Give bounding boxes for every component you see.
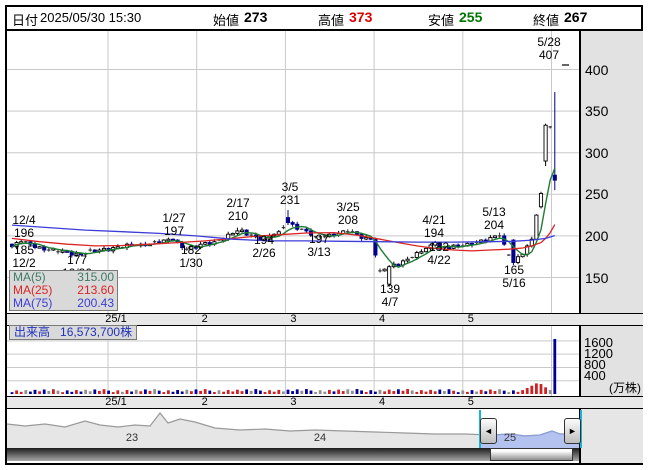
chart-annotation: 194 2/26 — [252, 233, 276, 260]
chart-annotation: 1/27 197 — [162, 211, 186, 238]
price-tick-label: 350 — [585, 103, 609, 120]
chart-annotation: 139 4/7 — [379, 282, 401, 309]
volume-name: 出来高 — [14, 325, 51, 339]
volume-unit-label: (万株) — [609, 381, 641, 395]
date-label: 日付 — [12, 13, 39, 28]
chart-annotation: 4/21 194 — [422, 213, 446, 240]
chart-annotation: 182 4/22 — [427, 240, 451, 267]
navigator-gutter — [579, 409, 643, 463]
range-right-handle[interactable]: ► — [564, 418, 581, 444]
open-label: 始値 — [213, 13, 240, 28]
range-left-handle[interactable]: ◄ — [480, 418, 497, 444]
price-tick-label: 250 — [585, 186, 609, 203]
ma75-legend-row: MA(75) 200.43 — [13, 296, 114, 310]
price-tick-label: 400 — [585, 61, 609, 78]
quote-header: 日付 2025/05/30 15:30 始値 273 高値 373 安値 255… — [7, 7, 641, 31]
month-tick-label: 3 — [290, 396, 297, 408]
month-tick-label: 2 — [201, 313, 208, 325]
chart-annotation: 165 5/16 — [502, 263, 526, 290]
month-tick-label: 5 — [467, 313, 474, 325]
price-axis-gutter: 400 350 300 250 200 150 — [579, 31, 643, 313]
month-tick-label: 5 — [467, 396, 474, 408]
month-tick-label: 25/1 — [105, 396, 127, 408]
chart-annotation: 5/28 407 — [537, 35, 561, 62]
volume-axis-gutter: 1600 1200 800 400 (万株) — [579, 326, 643, 396]
low-value: 255 — [459, 9, 483, 25]
month-axis-bottom: 25/1 2 3 4 5 — [7, 396, 643, 409]
high-value: 373 — [349, 9, 373, 25]
scrollbar-thumb[interactable] — [490, 448, 573, 461]
price-tick-label: 150 — [585, 269, 609, 286]
month-tick-label: 25/1 — [105, 313, 127, 325]
close-label: 終値 — [533, 13, 560, 28]
close-value: 267 — [564, 9, 588, 25]
chart-annotation: 3/5 231 — [279, 180, 301, 207]
volume-tick-label: 400 — [584, 368, 606, 383]
price-tick-label: 200 — [585, 227, 609, 244]
navigator-year-label: 24 — [313, 432, 327, 444]
chart-annotation: 12/4 196 — [12, 213, 36, 240]
price-tick-label: 300 — [585, 144, 609, 161]
open-value: 273 — [244, 9, 268, 25]
chart-annotation: 197 3/13 — [307, 232, 331, 259]
month-tick-label: 4 — [379, 313, 386, 325]
low-label: 安値 — [428, 13, 455, 28]
date-value: 2025/05/30 15:30 — [40, 10, 142, 25]
chart-annotation: 182 1/30 — [179, 243, 203, 270]
chart-annotation: 185 12/2 — [12, 243, 36, 270]
ma-legend: MA(5) 315.00 MA(25) 213.60 MA(75) 200.43 — [9, 270, 118, 311]
chart-annotation: 5/13 204 — [482, 205, 506, 232]
navigator-year-label: 25 — [503, 432, 517, 444]
horizontal-scrollbar[interactable] — [7, 448, 579, 461]
navigator-year-label: 23 — [125, 432, 139, 444]
chart-annotation: 3/25 208 — [336, 200, 360, 227]
chart-annotation: 2/17 210 — [226, 196, 250, 223]
month-tick-label: 4 — [379, 396, 386, 408]
volume-value: 16,573,700株 — [60, 325, 133, 339]
month-tick-label: 2 — [201, 396, 208, 408]
volume-total-label: 出来高 16,573,700株 — [9, 325, 138, 340]
stock-chart-window: 日付 2025/05/30 15:30 始値 273 高値 373 安値 255… — [0, 0, 653, 470]
high-label: 高値 — [318, 13, 345, 28]
month-tick-label: 3 — [290, 313, 297, 325]
